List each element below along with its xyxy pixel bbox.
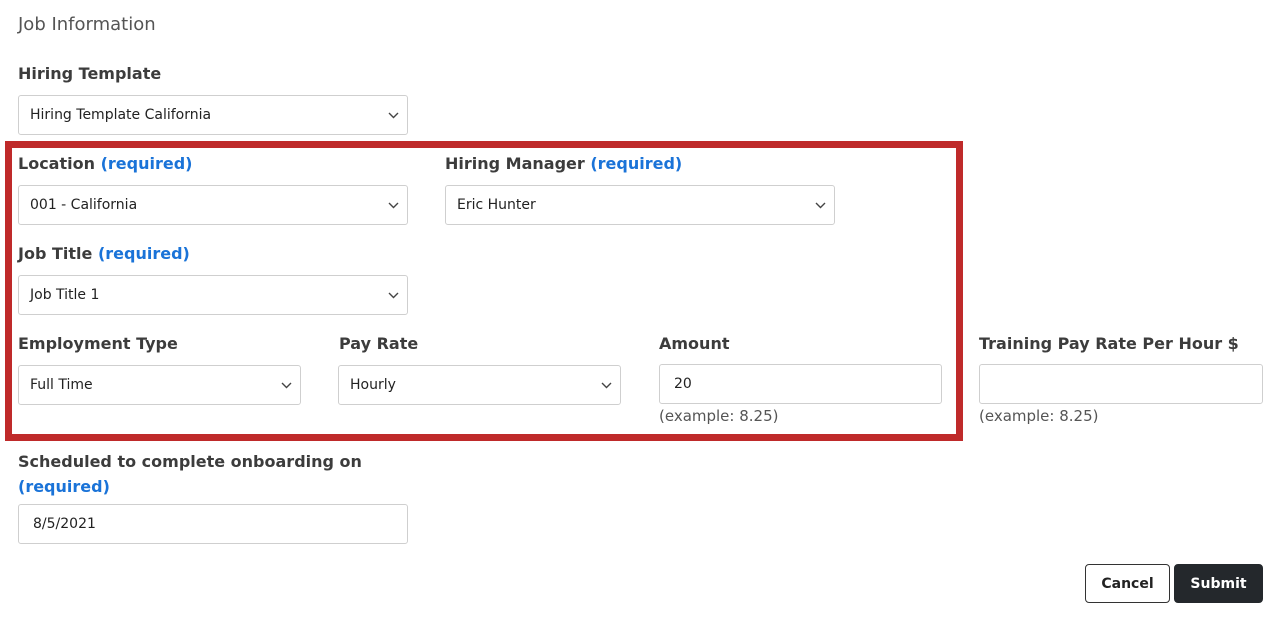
hiring-template-value: Hiring Template California [30,107,212,123]
hiring-template-select[interactable]: Hiring Template California [18,95,408,135]
required-indicator: (required) [18,477,110,496]
hiring-template-label-text: Hiring Template [18,64,162,83]
submit-button[interactable]: Submit [1174,564,1263,603]
scheduled-label-text: Scheduled to complete onboarding on [18,452,362,471]
scheduled-label: Scheduled to complete onboarding on (req… [18,449,362,499]
chevron-down-icon [379,96,407,134]
highlight-annotation-box [5,141,963,441]
training-pay-rate-hint: (example: 8.25) [979,407,1099,425]
training-pay-rate-label: Training Pay Rate Per Hour $ [979,334,1239,353]
training-pay-rate-input[interactable] [979,364,1263,404]
section-title: Job Information [18,14,156,35]
hiring-template-label: Hiring Template [18,64,161,83]
cancel-button[interactable]: Cancel [1085,564,1170,603]
scheduled-date-input[interactable] [18,504,408,544]
training-pay-rate-label-text: Training Pay Rate Per Hour $ [979,334,1239,353]
